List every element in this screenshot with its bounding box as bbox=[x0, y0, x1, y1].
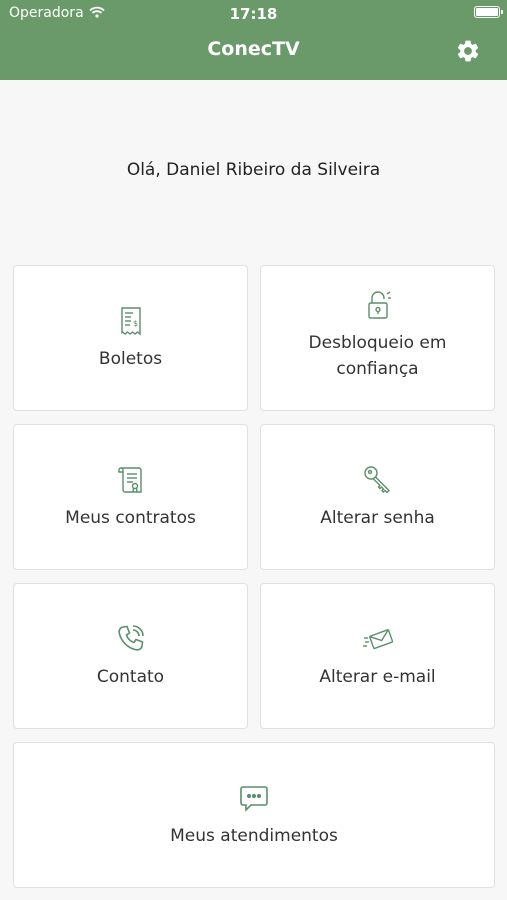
boletos-button[interactable]: $ Boletos bbox=[13, 265, 248, 411]
alterar-senha-button[interactable]: Alterar senha bbox=[260, 424, 495, 570]
contratos-label: Meus contratos bbox=[65, 508, 196, 528]
greeting-text: Olá, Daniel Ribeiro da Silveira bbox=[126, 160, 381, 180]
alterar-senha-label: Alterar senha bbox=[320, 508, 435, 528]
alterar-email-button[interactable]: Alterar e-mail bbox=[260, 583, 495, 729]
unlock-icon bbox=[367, 291, 391, 319]
receipt-icon: $ bbox=[120, 307, 141, 336]
atendimentos-label: Meus atendimentos bbox=[170, 826, 338, 846]
desbloqueio-label: Desbloqueio em confiança bbox=[308, 333, 447, 379]
app-title: ConecTV bbox=[207, 38, 300, 60]
contract-icon bbox=[117, 467, 142, 493]
contato-label: Contato bbox=[96, 667, 165, 687]
clock: 17:18 bbox=[229, 5, 278, 23]
gear-icon[interactable] bbox=[455, 38, 481, 64]
phone-icon bbox=[117, 625, 144, 651]
key-icon bbox=[363, 466, 390, 494]
top-bar: Operadora 17:18 ConecTV bbox=[0, 0, 507, 80]
envelope-icon bbox=[362, 629, 393, 650]
battery-icon bbox=[474, 6, 503, 18]
boletos-label: Boletos bbox=[98, 349, 163, 369]
contratos-button[interactable]: Meus contratos bbox=[13, 424, 248, 570]
atendimentos-button[interactable]: Meus atendimentos bbox=[13, 742, 495, 888]
contato-button[interactable]: Contato bbox=[13, 583, 248, 729]
chat-bubble-icon bbox=[240, 786, 268, 812]
alterar-email-label: Alterar e-mail bbox=[319, 667, 436, 687]
desbloqueio-button[interactable]: Desbloqueio em confiança bbox=[260, 265, 495, 411]
status-bar: Operadora 17:18 bbox=[0, 0, 507, 28]
svg-text:$: $ bbox=[133, 319, 138, 328]
